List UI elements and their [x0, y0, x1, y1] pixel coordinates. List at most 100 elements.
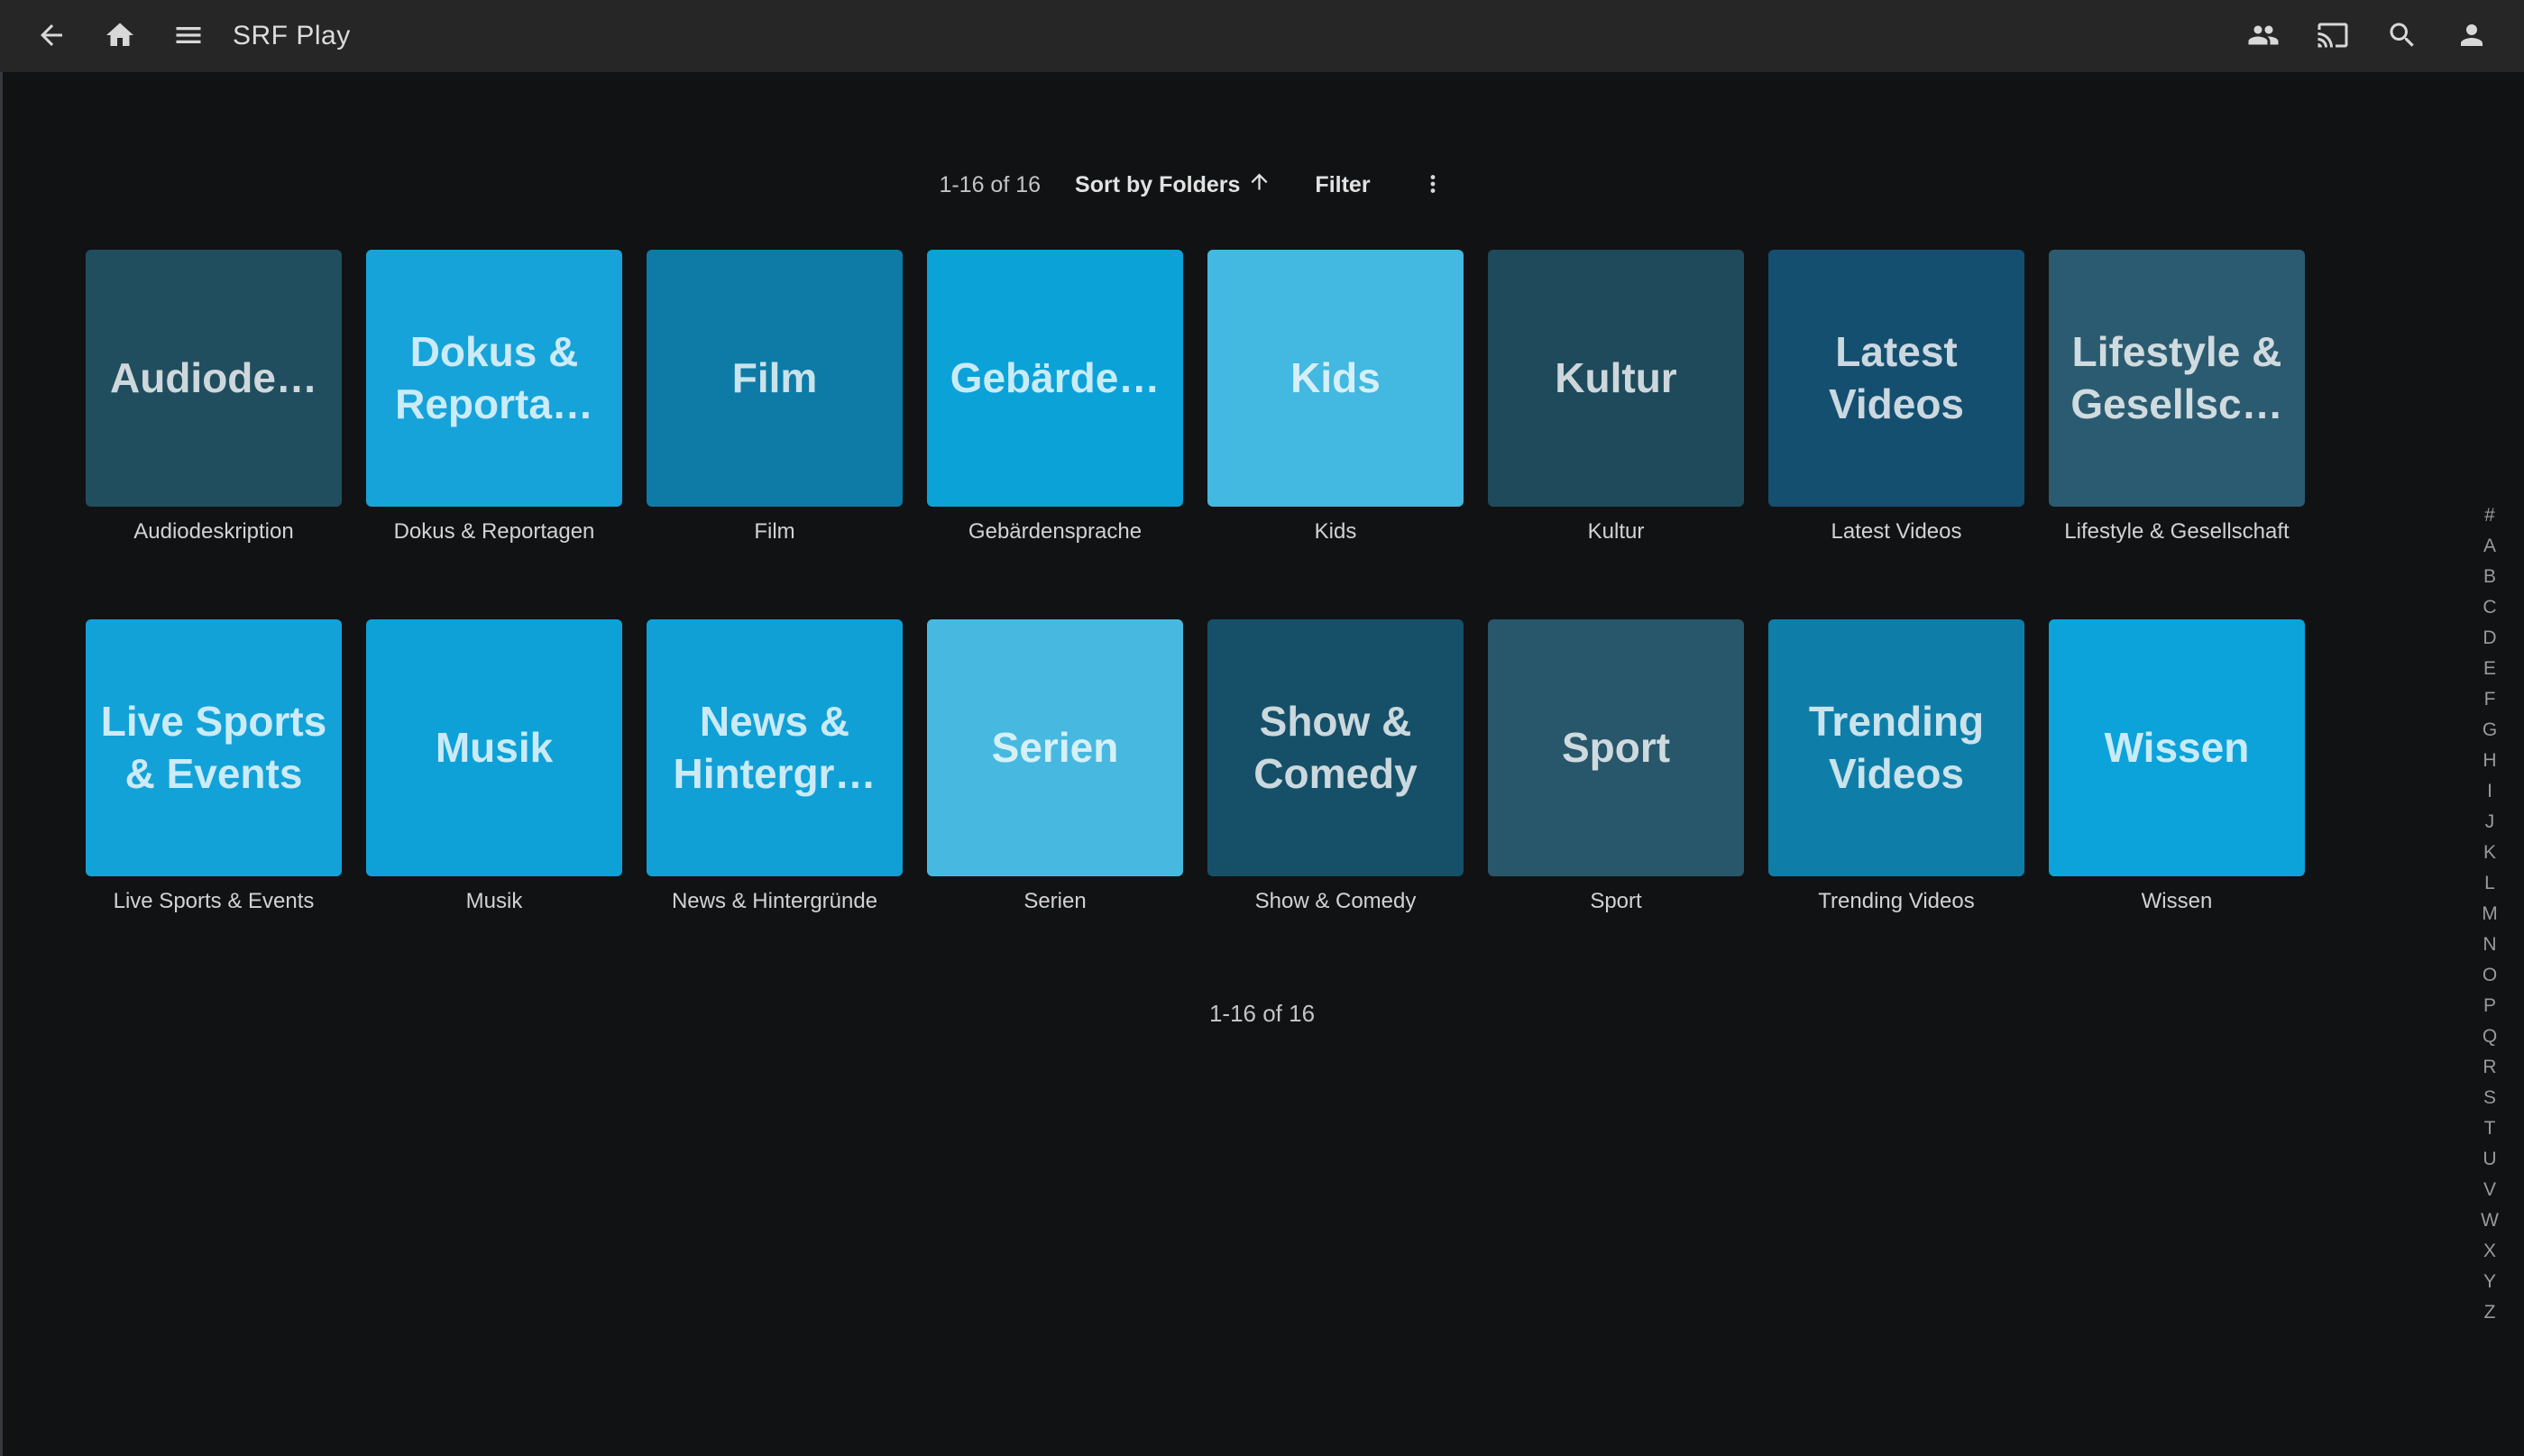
- alphabet-letter[interactable]: #: [2467, 500, 2512, 531]
- folder-tile-title: Kids: [1290, 353, 1381, 405]
- alphabet-letter[interactable]: G: [2467, 715, 2512, 746]
- folder-cell: Gebärde… Gebärdensprache: [927, 250, 1183, 619]
- folder-tile-title: Audiode…: [110, 353, 317, 405]
- home-icon: [104, 19, 136, 54]
- alphabet-letter[interactable]: C: [2467, 592, 2512, 623]
- folder-grid: Audiode… Audiodeskription Dokus & Report…: [86, 250, 2305, 989]
- folder-tile[interactable]: News & Hintergr…: [647, 619, 903, 876]
- folder-tile[interactable]: Latest Videos: [1768, 250, 2024, 507]
- alphabet-letter[interactable]: T: [2467, 1113, 2512, 1144]
- folder-tile[interactable]: Musik: [366, 619, 622, 876]
- alphabet-letter[interactable]: M: [2467, 899, 2512, 929]
- app-bar: SRF Play: [0, 0, 2524, 72]
- alphabet-letter[interactable]: X: [2467, 1236, 2512, 1267]
- folder-cell: Lifestyle & Gesellsc… Lifestyle & Gesell…: [2049, 250, 2305, 619]
- alphabet-letter[interactable]: Y: [2467, 1267, 2512, 1297]
- folder-cell: Kids Kids: [1207, 250, 1464, 619]
- folder-tile-title: Dokus & Reporta…: [377, 326, 611, 431]
- alphabet-letter[interactable]: Z: [2467, 1297, 2512, 1328]
- search-button[interactable]: [2385, 19, 2419, 53]
- sort-button[interactable]: Sort by Folders: [1066, 164, 1280, 206]
- footer-item-count: 1-16 of 16: [0, 995, 2524, 1031]
- item-count-label: 1-16 of 16: [939, 172, 1041, 198]
- folder-tile[interactable]: Wissen: [2049, 619, 2305, 876]
- folder-tile[interactable]: Trending Videos: [1768, 619, 2024, 876]
- folder-cell: Trending Videos Trending Videos: [1768, 619, 2024, 989]
- folder-tile[interactable]: Live Sports & Events: [86, 619, 342, 876]
- folder-cell: News & Hintergr… News & Hintergründe: [647, 619, 903, 989]
- folder-tile-title: Trending Videos: [1779, 696, 2014, 801]
- folder-tile[interactable]: Dokus & Reporta…: [366, 250, 622, 507]
- alphabet-letter[interactable]: K: [2467, 838, 2512, 868]
- library-toolbar: 1-16 of 16 Sort by Folders Filter: [0, 160, 2524, 209]
- folder-tile[interactable]: Show & Comedy: [1207, 619, 1464, 876]
- alphabet-letter[interactable]: J: [2467, 807, 2512, 838]
- folder-cell: Serien Serien: [927, 619, 1183, 989]
- folder-cell: Film Film: [647, 250, 903, 619]
- folder-label: Trending Videos: [1818, 889, 1974, 914]
- alphabet-letter[interactable]: O: [2467, 960, 2512, 991]
- folder-tile[interactable]: Kultur: [1488, 250, 1744, 507]
- folder-cell: Audiode… Audiodeskription: [86, 250, 342, 619]
- alphabet-letter[interactable]: L: [2467, 868, 2512, 899]
- folder-tile[interactable]: Audiode…: [86, 250, 342, 507]
- alphabet-letter[interactable]: N: [2467, 929, 2512, 960]
- search-icon: [2386, 19, 2418, 54]
- folder-label: Musik: [466, 889, 523, 914]
- alphabet-letter[interactable]: H: [2467, 746, 2512, 776]
- page-title: SRF Play: [233, 21, 351, 51]
- filter-button-label: Filter: [1315, 172, 1370, 198]
- alphabet-letter[interactable]: Q: [2467, 1021, 2512, 1052]
- alphabet-letter[interactable]: U: [2467, 1144, 2512, 1175]
- app-window: SRF Play: [0, 0, 2524, 1456]
- folder-label: Show & Comedy: [1255, 889, 1417, 914]
- folder-tile[interactable]: Gebärde…: [927, 250, 1183, 507]
- folder-label: Wissen: [2142, 889, 2213, 914]
- alphabet-letter[interactable]: D: [2467, 623, 2512, 654]
- folder-label: Lifestyle & Gesellschaft: [2064, 519, 2289, 545]
- alphabet-letter[interactable]: S: [2467, 1083, 2512, 1113]
- alphabet-letter[interactable]: V: [2467, 1175, 2512, 1205]
- folder-tile-title: Musik: [436, 722, 553, 774]
- folder-tile[interactable]: Lifestyle & Gesellsc…: [2049, 250, 2305, 507]
- alphabet-letter[interactable]: I: [2467, 776, 2512, 807]
- folder-label: Dokus & Reportagen: [394, 519, 595, 545]
- arrow-back-icon: [35, 19, 68, 54]
- folder-label: Film: [754, 519, 794, 545]
- more-options-button[interactable]: [1416, 168, 1450, 202]
- folder-tile[interactable]: Sport: [1488, 619, 1744, 876]
- folder-label: Sport: [1590, 889, 1641, 914]
- sort-button-label: Sort by Folders: [1075, 172, 1240, 198]
- alphabet-letter[interactable]: W: [2467, 1205, 2512, 1236]
- folder-tile-title: Serien: [992, 722, 1119, 774]
- alphabet-letter[interactable]: R: [2467, 1052, 2512, 1083]
- alphabet-picker: #ABCDEFGHIJKLMNOPQRSTUVWXYZ: [2467, 500, 2512, 1328]
- folder-tile[interactable]: Serien: [927, 619, 1183, 876]
- window-edge-line: [0, 72, 3, 1456]
- folder-tile-title: Gebärde…: [950, 353, 1161, 405]
- user-button[interactable]: [2455, 19, 2489, 53]
- hamburger-menu-icon: [172, 19, 205, 54]
- alphabet-letter[interactable]: F: [2467, 684, 2512, 715]
- alphabet-letter[interactable]: P: [2467, 991, 2512, 1021]
- app-bar-left: [0, 19, 206, 53]
- folder-cell: Dokus & Reporta… Dokus & Reportagen: [366, 250, 622, 619]
- back-button[interactable]: [34, 19, 69, 53]
- folder-cell: Sport Sport: [1488, 619, 1744, 989]
- folder-label: News & Hintergründe: [672, 889, 877, 914]
- menu-button[interactable]: [171, 19, 206, 53]
- alphabet-letter[interactable]: B: [2467, 562, 2512, 592]
- filter-button[interactable]: Filter: [1306, 167, 1379, 204]
- folder-tile-title: Lifestyle & Gesellsc…: [2060, 326, 2294, 431]
- home-button[interactable]: [103, 19, 137, 53]
- folder-tile-title: News & Hintergr…: [657, 696, 892, 801]
- folder-tile-title: Live Sports & Events: [96, 696, 331, 801]
- syncplay-button[interactable]: [2246, 19, 2281, 53]
- alphabet-letter[interactable]: A: [2467, 531, 2512, 562]
- alphabet-letter[interactable]: E: [2467, 654, 2512, 684]
- folder-tile[interactable]: Film: [647, 250, 903, 507]
- folder-cell: Musik Musik: [366, 619, 622, 989]
- folder-label: Kultur: [1588, 519, 1645, 545]
- folder-tile[interactable]: Kids: [1207, 250, 1464, 507]
- cast-button[interactable]: [2316, 19, 2350, 53]
